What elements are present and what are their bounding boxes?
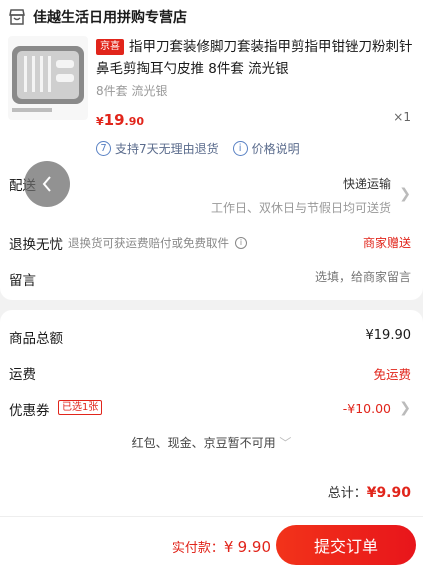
note-input[interactable] — [211, 270, 411, 284]
coupon-selected-badge: 已选1张 — [58, 400, 103, 415]
checkout-bar: 实付款：¥ 9.90 提交订单 — [0, 516, 423, 572]
seven-day-icon: 7 — [96, 141, 111, 156]
subtotal-label: 商品总额 — [9, 331, 63, 347]
return-policy-text: 支持7天无理由退货 — [115, 142, 219, 156]
price-explanation-link[interactable]: 价格说明 — [252, 140, 300, 157]
shipping-value: 免运费 — [373, 367, 411, 382]
product-image[interactable] — [8, 36, 88, 120]
order-card: 佳越生活日用拼购专营店 京喜 指甲刀套装修脚刀套装指甲剪指甲钳锉刀粉刺针鼻毛剪掏… — [0, 0, 423, 300]
note-label: 留言 — [9, 273, 36, 289]
info-icon[interactable]: i — [235, 237, 247, 249]
product-price: ¥19.90 — [96, 111, 145, 129]
returns-value: 商家赠送 — [362, 236, 411, 250]
chevron-left-icon — [42, 176, 51, 192]
shop-header[interactable]: 佳越生活日用拼购专营店 — [8, 6, 187, 28]
submit-order-button[interactable]: 提交订单 — [276, 525, 416, 565]
amount-payable: 实付款：¥ 9.90 — [171, 538, 271, 556]
chevron-right-icon[interactable]: ❯ — [399, 186, 411, 202]
order-confirm-page: 佳越生活日用拼购专营店 京喜 指甲刀套装修脚刀套装指甲剪指甲钳锉刀粉刺针鼻毛剪掏… — [0, 0, 423, 572]
info-icon: i — [232, 141, 248, 156]
product-spec: 8件套 流光银 — [96, 84, 168, 98]
shipping-label: 运费 — [9, 367, 36, 383]
order-total: 总计：¥9.90 — [327, 485, 411, 501]
back-button[interactable] — [24, 161, 70, 207]
coupon-value[interactable]: -¥10.00 — [343, 401, 391, 416]
subtotal-value: ¥19.90 — [365, 328, 412, 343]
returns-desc: 退换货可获运费赔付或免费取件 i — [68, 235, 247, 251]
coupon-label: 优惠券 — [9, 403, 50, 419]
shop-icon — [9, 9, 25, 25]
returns-label: 退换无忧 — [9, 237, 63, 253]
unavailable-benefits[interactable]: 红包、现金、京豆暂不可用 ﹀ — [0, 434, 423, 451]
chevron-down-icon: ﹀ — [279, 436, 292, 450]
chevron-right-icon[interactable]: ❯ — [399, 400, 411, 416]
delivery-schedule: 工作日、双休日与节假日均可送货 — [210, 201, 391, 215]
service-row[interactable]: 7 支持7天无理由退货 i 价格说明 — [96, 140, 300, 157]
delivery-method[interactable]: 快递运输 — [343, 175, 391, 192]
product-quantity: ×1 — [393, 110, 411, 124]
shop-name: 佳越生活日用拼购专营店 — [33, 10, 187, 26]
product-title[interactable]: 指甲刀套装修脚刀套装指甲剪指甲钳锉刀粉刺针鼻毛剪掏耳勺皮推 8件套 流光银 — [96, 36, 414, 80]
